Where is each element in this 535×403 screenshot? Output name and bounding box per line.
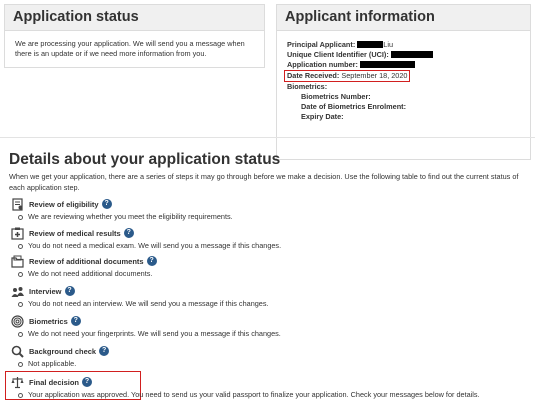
step-description: Not applicable. xyxy=(10,359,530,368)
redacted-name xyxy=(357,41,384,48)
principal-applicant-label: Principal Applicant: xyxy=(287,40,356,49)
step-interview: Interview ? You do not need an interview… xyxy=(10,284,530,310)
application-status-panel: Application status We are processing you… xyxy=(4,4,265,68)
step-title: Review of eligibility xyxy=(29,199,99,209)
step-title: Review of additional documents xyxy=(29,256,144,266)
biometrics-label: Biometrics: xyxy=(287,82,328,91)
step-background-check: Background check ? Not applicable. xyxy=(10,344,530,370)
uci-row: Unique Client Identifier (UCI): xyxy=(287,50,520,60)
step-description: We do not need additional documents. xyxy=(10,269,530,278)
help-icon[interactable]: ? xyxy=(101,199,112,209)
medical-icon xyxy=(10,227,24,240)
details-title: Details about your application status xyxy=(9,151,281,168)
application-number-row: Application number: xyxy=(287,60,520,70)
step-biometrics: Biometrics ? We do not need your fingerp… xyxy=(10,314,530,340)
step-eligibility: Review of eligibility ? We are reviewing… xyxy=(10,197,530,223)
fingerprint-icon xyxy=(10,314,24,328)
date-received-label: Date Received: xyxy=(287,71,340,80)
step-description: You do not need an interview. We will se… xyxy=(10,299,530,308)
help-icon[interactable]: ? xyxy=(123,228,134,238)
details-intro: When we get your application, there are … xyxy=(9,172,519,192)
date-received-highlight: Date Received: September 18, 2020 xyxy=(284,70,411,82)
date-received-row: Date Received: September 18, 2020 xyxy=(284,70,520,82)
biometrics-number-label: Biometrics Number: xyxy=(301,92,371,101)
step-title: Background check xyxy=(29,346,97,356)
step-description: Your application was approved. You need … xyxy=(10,390,530,399)
step-title: Review of medical results xyxy=(29,228,121,238)
redacted-application-number xyxy=(359,61,415,68)
principal-applicant-row: Principal Applicant: Liu xyxy=(287,40,520,50)
step-title: Interview xyxy=(29,286,62,296)
uci-label: Unique Client Identifier (UCI): xyxy=(287,50,389,59)
step-title: Final decision xyxy=(29,377,80,387)
help-icon[interactable]: ? xyxy=(70,316,81,326)
interview-icon xyxy=(10,285,24,298)
step-description: We do not need your fingerprints. We wil… xyxy=(10,329,530,338)
application-status-text: We are processing your application. We w… xyxy=(15,39,245,58)
search-icon xyxy=(10,345,24,358)
application-status-title: Application status xyxy=(5,5,264,31)
step-description: You do not need a medical exam. We will … xyxy=(10,241,530,250)
expiry-date-label: Expiry Date: xyxy=(301,112,344,121)
section-divider xyxy=(0,137,535,138)
step-medical: Review of medical results ? You do not n… xyxy=(10,226,530,252)
biometrics-enrolment-label: Date of Biometrics Enrolment: xyxy=(301,102,407,111)
documents-icon xyxy=(10,255,24,268)
date-received-value: September 18, 2020 xyxy=(341,71,408,80)
step-documents: Review of additional documents ? We do n… xyxy=(10,254,530,280)
scales-icon xyxy=(10,376,24,389)
eligibility-icon xyxy=(10,197,24,211)
applicant-information-title: Applicant information xyxy=(277,5,530,31)
principal-applicant-name: Liu xyxy=(383,40,394,49)
redacted-uci xyxy=(390,51,433,58)
step-title: Biometrics xyxy=(29,316,68,326)
help-icon[interactable]: ? xyxy=(146,256,157,266)
step-description: We are reviewing whether you meet the el… xyxy=(10,212,530,221)
help-icon[interactable]: ? xyxy=(99,346,110,356)
help-icon[interactable]: ? xyxy=(64,286,75,296)
step-final-decision: Final decision ? Your application was ap… xyxy=(10,375,530,401)
help-icon[interactable]: ? xyxy=(82,377,93,387)
application-number-label: Application number: xyxy=(287,60,358,69)
